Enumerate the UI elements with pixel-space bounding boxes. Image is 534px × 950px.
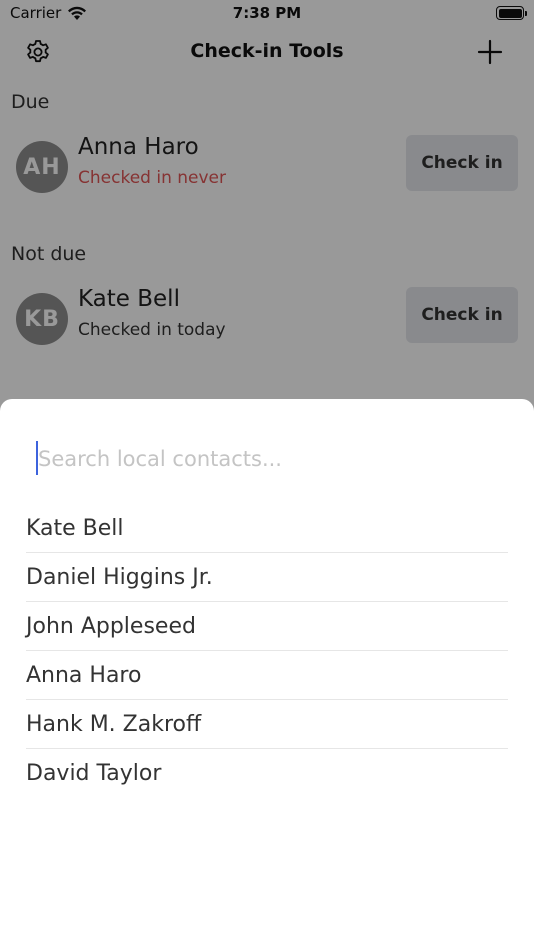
contact-list: Kate Bell Daniel Higgins Jr. John Apples… (26, 504, 508, 798)
list-item[interactable]: David Taylor (26, 749, 508, 798)
search-input[interactable] (38, 441, 488, 477)
list-item[interactable]: Daniel Higgins Jr. (26, 553, 508, 602)
list-item[interactable]: Hank M. Zakroff (26, 700, 508, 749)
search-field[interactable] (36, 441, 496, 477)
list-item[interactable]: Anna Haro (26, 651, 508, 700)
list-item[interactable]: John Appleseed (26, 602, 508, 651)
contact-picker-sheet: Kate Bell Daniel Higgins Jr. John Apples… (0, 399, 534, 950)
list-item[interactable]: Kate Bell (26, 504, 508, 553)
